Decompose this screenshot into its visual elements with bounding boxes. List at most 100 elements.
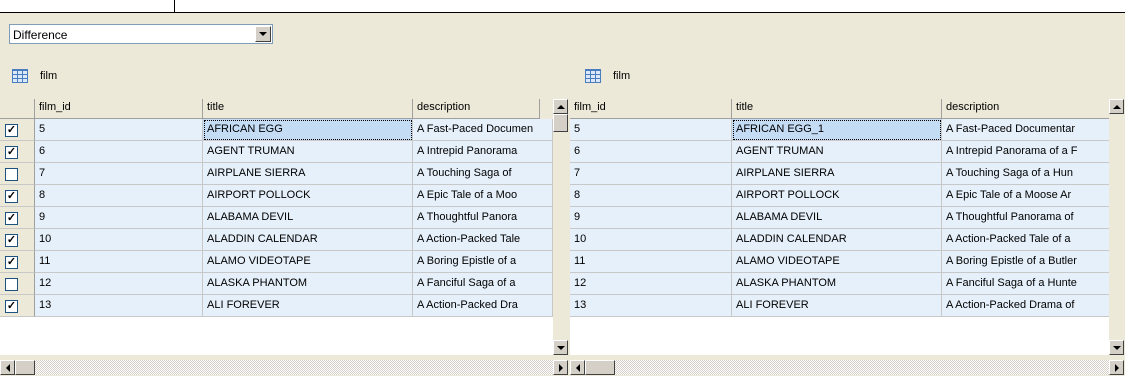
cell-description[interactable]: A Fanciful Saga of a Hunte — [942, 273, 1111, 295]
cell-film-id[interactable]: 9 — [35, 207, 203, 229]
cell-title[interactable]: ALABAMA DEVIL — [732, 207, 942, 229]
table-row[interactable]: 10 ALADDIN CALENDAR A Action-Packed Tale o… — [570, 229, 1111, 251]
table-row[interactable]: 8 AIRPORT POLLOCK A Epic Tale of a Moose A… — [570, 185, 1111, 207]
scroll-thumb[interactable] — [15, 360, 35, 375]
scroll-up-button[interactable] — [553, 99, 568, 114]
cell-title[interactable]: AFRICAN EGG — [203, 119, 413, 141]
cell-film-id[interactable]: 8 — [570, 185, 732, 207]
cell-title[interactable]: AIRPORT POLLOCK — [732, 185, 942, 207]
cell-film-id[interactable]: 7 — [570, 163, 732, 185]
cell-film-id[interactable]: 10 — [570, 229, 732, 251]
scroll-thumb[interactable] — [553, 114, 568, 132]
cell-film-id[interactable]: 8 — [35, 185, 203, 207]
cell-description[interactable]: A Thoughtful Panorama of — [942, 207, 1111, 229]
cell-description[interactable]: A Action-Packed Tale — [413, 229, 553, 251]
table-row[interactable]: 13 ALI FOREVER A Action-Packed Drama of — [570, 295, 1111, 317]
cell-film-id[interactable]: 11 — [35, 251, 203, 273]
row-checkbox[interactable]: ✓ — [5, 256, 18, 269]
cell-description[interactable]: A Intrepid Panorama of a F — [942, 141, 1111, 163]
cell-title[interactable]: AIRPLANE SIERRA — [203, 163, 413, 185]
cell-film-id[interactable]: 5 — [570, 119, 732, 141]
cell-description[interactable]: A Action-Packed Drama of — [942, 295, 1111, 317]
row-checkbox[interactable]: ✓ — [5, 146, 18, 159]
cell-description[interactable]: A Epic Tale of a Moo — [413, 185, 553, 207]
cell-title[interactable]: AGENT TRUMAN — [203, 141, 413, 163]
cell-title[interactable]: ALADDIN CALENDAR — [203, 229, 413, 251]
table-row[interactable]: ✓ 9 ALABAMA DEVIL A Thoughtful Panora — [0, 207, 555, 229]
right-vertical-scrollbar[interactable] — [1109, 99, 1124, 355]
scroll-down-button[interactable] — [553, 340, 568, 355]
cell-film-id[interactable]: 13 — [570, 295, 732, 317]
table-row[interactable]: 11 ALAMO VIDEOTAPE A Boring Epistle of a B… — [570, 251, 1111, 273]
cell-description[interactable]: A Epic Tale of a Moose Ar — [942, 185, 1111, 207]
cell-description[interactable]: A Boring Epistle of a Butler — [942, 251, 1111, 273]
table-row[interactable]: ✓ 13 ALI FOREVER A Action-Packed Dra — [0, 295, 555, 317]
row-checkbox[interactable]: ✓ — [5, 212, 18, 225]
column-header-description[interactable]: description — [942, 99, 1111, 119]
cell-title[interactable]: ALAMO VIDEOTAPE — [732, 251, 942, 273]
cell-description[interactable]: A Touching Saga of a Hun — [942, 163, 1111, 185]
cell-description[interactable]: A Fast-Paced Documen — [413, 119, 553, 141]
table-row[interactable]: ✓ 5 AFRICAN EGG A Fast-Paced Documen — [0, 119, 555, 141]
table-row[interactable]: ✓ 11 ALAMO VIDEOTAPE A Boring Epistle of a — [0, 251, 555, 273]
table-row[interactable]: 7 AIRPLANE SIERRA A Touching Saga of — [0, 163, 555, 185]
cell-title[interactable]: ALI FOREVER — [203, 295, 413, 317]
row-checkbox[interactable] — [5, 168, 18, 181]
chevron-down-icon[interactable] — [255, 26, 271, 42]
cell-title[interactable]: ALADDIN CALENDAR — [732, 229, 942, 251]
row-checkbox[interactable] — [5, 278, 18, 291]
column-header-film-id[interactable]: film_id — [35, 99, 203, 119]
compare-mode-select[interactable]: Difference — [9, 24, 273, 44]
cell-description[interactable]: A Action-Packed Tale of a — [942, 229, 1111, 251]
cell-description[interactable]: A Thoughtful Panora — [413, 207, 553, 229]
column-header-title[interactable]: title — [203, 99, 413, 119]
scroll-right-button[interactable] — [1109, 360, 1124, 375]
scroll-thumb[interactable] — [585, 360, 615, 375]
cell-title[interactable]: AFRICAN EGG_1 — [732, 119, 942, 141]
cell-description[interactable]: A Fast-Paced Documentar — [942, 119, 1111, 141]
cell-description[interactable]: A Touching Saga of — [413, 163, 553, 185]
row-checkbox[interactable]: ✓ — [5, 190, 18, 203]
left-vertical-scrollbar[interactable] — [553, 99, 568, 355]
cell-title[interactable]: AIRPORT POLLOCK — [203, 185, 413, 207]
table-row[interactable]: ✓ 6 AGENT TRUMAN A Intrepid Panorama — [0, 141, 555, 163]
right-horizontal-scrollbar[interactable] — [570, 360, 1124, 375]
cell-film-id[interactable]: 11 — [570, 251, 732, 273]
table-row[interactable]: ✓ 8 AIRPORT POLLOCK A Epic Tale of a Moo — [0, 185, 555, 207]
cell-title[interactable]: ALAMO VIDEOTAPE — [203, 251, 413, 273]
scroll-left-button[interactable] — [570, 360, 585, 375]
cell-title[interactable]: AGENT TRUMAN — [732, 141, 942, 163]
cell-film-id[interactable]: 13 — [35, 295, 203, 317]
table-row[interactable]: 6 AGENT TRUMAN A Intrepid Panorama of a F — [570, 141, 1111, 163]
cell-film-id[interactable]: 12 — [35, 273, 203, 295]
left-data-grid[interactable]: film_id title description ✓ 5 AFRICAN EGG A… — [0, 99, 555, 355]
cell-description[interactable]: A Intrepid Panorama — [413, 141, 553, 163]
right-data-grid[interactable]: film_id title description 5 AFRICAN EGG_1… — [570, 99, 1111, 355]
table-row[interactable]: 5 AFRICAN EGG_1 A Fast-Paced Documentar — [570, 119, 1111, 141]
cell-title[interactable]: AIRPLANE SIERRA — [732, 163, 942, 185]
cell-film-id[interactable]: 9 — [570, 207, 732, 229]
scroll-left-button[interactable] — [0, 360, 15, 375]
scroll-right-button[interactable] — [553, 360, 568, 375]
cell-title[interactable]: ALASKA PHANTOM — [203, 273, 413, 295]
column-header-description[interactable]: description — [413, 99, 540, 119]
cell-title[interactable]: ALI FOREVER — [732, 295, 942, 317]
cell-title[interactable]: ALASKA PHANTOM — [732, 273, 942, 295]
cell-title[interactable]: ALABAMA DEVIL — [203, 207, 413, 229]
scroll-up-button[interactable] — [1109, 99, 1124, 114]
table-row[interactable]: 7 AIRPLANE SIERRA A Touching Saga of a Hun — [570, 163, 1111, 185]
cell-description[interactable]: A Boring Epistle of a — [413, 251, 553, 273]
row-checkbox[interactable]: ✓ — [5, 234, 18, 247]
cell-film-id[interactable]: 12 — [570, 273, 732, 295]
row-checkbox[interactable]: ✓ — [5, 124, 18, 137]
cell-film-id[interactable]: 7 — [35, 163, 203, 185]
table-row[interactable]: 9 ALABAMA DEVIL A Thoughtful Panorama of — [570, 207, 1111, 229]
left-horizontal-scrollbar[interactable] — [0, 360, 568, 375]
cell-film-id[interactable]: 6 — [570, 141, 732, 163]
cell-film-id[interactable]: 10 — [35, 229, 203, 251]
table-row[interactable]: ✓ 10 ALADDIN CALENDAR A Action-Packed Tale — [0, 229, 555, 251]
table-row[interactable]: 12 ALASKA PHANTOM A Fanciful Saga of a — [0, 273, 555, 295]
column-header-film-id[interactable]: film_id — [570, 99, 732, 119]
column-header-title[interactable]: title — [732, 99, 942, 119]
cell-film-id[interactable]: 5 — [35, 119, 203, 141]
